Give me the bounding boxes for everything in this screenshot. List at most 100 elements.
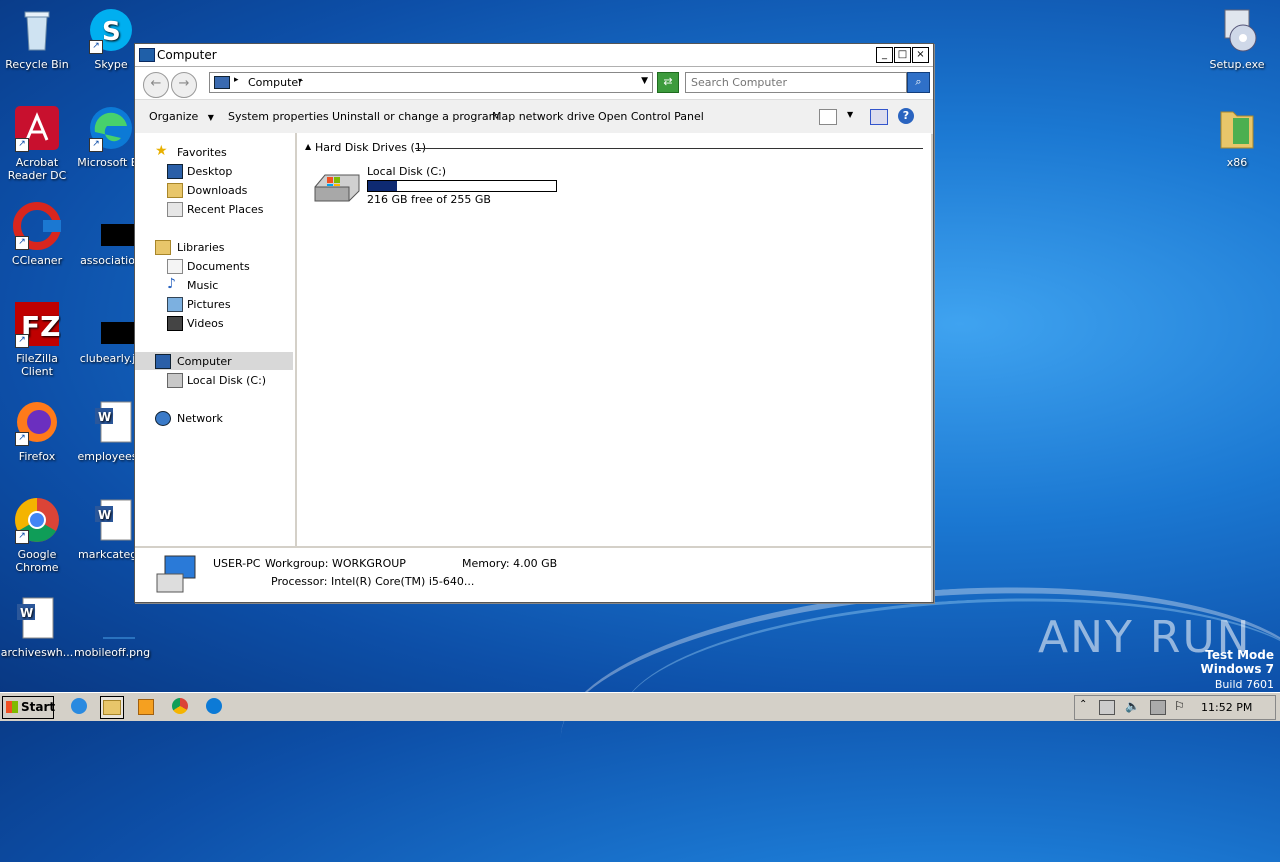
desktop-icon-acrobat[interactable]: ↗ Acrobat Reader DC — [0, 104, 74, 182]
drive-name: Local Disk (C:) — [367, 165, 447, 178]
title-bar[interactable]: Computer _ □ × — [135, 44, 933, 67]
shortcut-arrow-icon: ↗ — [15, 530, 29, 544]
nav-network[interactable]: Network — [135, 409, 293, 427]
forward-button[interactable]: → — [171, 72, 197, 98]
nav-label: Pictures — [187, 298, 231, 311]
edge-taskbar-icon[interactable] — [203, 696, 225, 717]
explorer-window: Computer _ □ × ← → ▸ Computer ▾ ▼ ⇄ ⌕ Or… — [134, 43, 934, 603]
uninstall-program-button[interactable]: Uninstall or change a program — [332, 110, 499, 123]
desktop-icon-label: Recycle Bin — [5, 58, 69, 71]
help-icon[interactable]: ? — [898, 108, 914, 124]
memory: Memory: 4.00 GB — [462, 557, 558, 570]
open-control-panel-button[interactable]: Open Control Panel — [598, 110, 704, 123]
group-header[interactable]: Hard Disk Drives (1) — [315, 141, 426, 154]
explorer-taskbar-icon[interactable] — [100, 696, 124, 719]
acrobat-icon: ↗ — [13, 104, 61, 152]
ie-taskbar-icon[interactable] — [68, 696, 90, 717]
desktop-icon-setup[interactable]: Setup.exe — [1200, 6, 1274, 71]
recent-places-icon — [167, 202, 183, 217]
media-player-taskbar-icon[interactable] — [135, 696, 157, 717]
speaker-icon[interactable]: 🔈 — [1125, 699, 1140, 713]
chevron-down-icon: ▾ — [298, 76, 303, 85]
desktop-icon-firefox[interactable]: ↗ Firefox — [0, 398, 74, 463]
music-icon: ♪ — [167, 276, 176, 292]
chevron-up-icon[interactable]: ⌃ — [1079, 699, 1087, 710]
star-icon: ★ — [155, 143, 168, 159]
ccleaner-icon: ↗ — [13, 202, 61, 250]
network-tray-icon[interactable] — [1150, 700, 1166, 715]
close-button[interactable]: × — [912, 47, 929, 63]
system-tray: ⌃ 🔈 ⚐ 11:52 PM — [1074, 695, 1276, 720]
organize-button[interactable]: Organize ▼ — [149, 110, 214, 123]
address-dropdown-button[interactable]: ▼ — [641, 76, 648, 86]
word-doc-icon: W — [13, 594, 61, 642]
nav-libraries[interactable]: Libraries — [135, 238, 293, 256]
search-box: ⌕ — [685, 72, 930, 93]
nav-downloads[interactable]: Downloads — [135, 181, 293, 199]
nav-pictures[interactable]: Pictures — [135, 295, 293, 313]
desktop-icon-label: x86 — [1226, 156, 1248, 169]
minimize-button[interactable]: _ — [876, 47, 893, 63]
desktop-icon-label: clubearly.jp — [79, 352, 143, 365]
nav-recent-places[interactable]: Recent Places — [135, 200, 293, 218]
desktop-icon-recycle-bin[interactable]: Recycle Bin — [0, 6, 74, 71]
start-label: Start — [21, 700, 56, 714]
collapse-group-icon[interactable]: ▲ — [305, 142, 311, 151]
drive-usage-fill — [368, 181, 397, 191]
search-button[interactable]: ⌕ — [907, 72, 930, 93]
desktop-icon-archives[interactable]: W archiveswh... — [0, 594, 74, 659]
nav-local-disk[interactable]: Local Disk (C:) — [135, 371, 293, 389]
desktop-icon-filezilla[interactable]: FZ ↗ FileZilla Client — [0, 300, 74, 378]
nav-music[interactable]: ♪ Music — [135, 276, 293, 294]
system-properties-button[interactable]: System properties — [228, 110, 329, 123]
shortcut-arrow-icon: ↗ — [15, 236, 29, 250]
computer-icon — [139, 48, 155, 62]
flag-icon[interactable]: ⚐ — [1174, 699, 1185, 713]
svg-text:W: W — [98, 410, 111, 424]
nav-videos[interactable]: Videos — [135, 314, 293, 332]
organize-label: Organize — [149, 110, 199, 123]
maximize-button[interactable]: □ — [894, 47, 911, 63]
desktop-icon-mobileoff[interactable]: mobileoff.png — [74, 594, 150, 659]
chevron-down-icon[interactable]: ▼ — [847, 110, 853, 119]
back-button[interactable]: ← — [143, 72, 169, 98]
nav-documents[interactable]: Documents — [135, 257, 293, 275]
map-network-drive-button[interactable]: Map network drive — [492, 110, 595, 123]
nav-label: Computer — [177, 355, 232, 368]
nav-favorites[interactable]: ★ Favorites — [135, 143, 293, 161]
desktop-icon — [167, 164, 183, 179]
desktop-icon-x86[interactable]: x86 — [1200, 104, 1274, 169]
action-center-icon[interactable] — [1099, 700, 1115, 715]
preview-pane-icon[interactable] — [870, 109, 888, 125]
chrome-icon: ↗ — [13, 496, 61, 544]
nav-label: Desktop — [187, 165, 233, 178]
navigation-pane: ★ Favorites Desktop Downloads Recent Pla… — [135, 133, 297, 546]
view-options-icon[interactable] — [819, 109, 837, 125]
chevron-down-icon: ▼ — [207, 113, 214, 122]
image-file-icon — [87, 300, 147, 348]
os-text: Windows 7 — [1200, 662, 1274, 676]
nav-desktop[interactable]: Desktop — [135, 162, 293, 180]
libraries-icon — [155, 240, 171, 255]
refresh-button[interactable]: ⇄ — [657, 72, 679, 93]
skype-icon: S ↗ — [87, 6, 135, 54]
chrome-taskbar-icon[interactable] — [169, 696, 191, 717]
desktop-icon-ccleaner[interactable]: ↗ CCleaner — [0, 202, 74, 267]
clock[interactable]: 11:52 PM — [1201, 701, 1252, 714]
desktop-icon-label: Firefox — [18, 450, 56, 463]
desktop-icon-chrome[interactable]: ↗ Google Chrome — [0, 496, 74, 574]
computer-icon — [156, 555, 196, 593]
command-bar: Organize ▼ System properties Uninstall o… — [135, 100, 933, 135]
nav-label: Downloads — [187, 184, 248, 197]
recycle-bin-icon — [13, 6, 61, 54]
desktop-icon-label: Setup.exe — [1209, 58, 1265, 71]
image-file-icon — [87, 202, 147, 250]
address-bar[interactable]: ▸ Computer ▾ ▼ — [209, 72, 653, 93]
drive-item[interactable]: Local Disk (C:) 216 GB free of 255 GB — [313, 163, 563, 207]
documents-icon — [167, 259, 183, 274]
start-button[interactable]: Start — [2, 696, 56, 719]
search-input[interactable] — [686, 73, 896, 92]
svg-text:W: W — [20, 606, 33, 620]
shortcut-arrow-icon: ↗ — [15, 432, 29, 446]
nav-computer[interactable]: Computer — [135, 352, 293, 370]
